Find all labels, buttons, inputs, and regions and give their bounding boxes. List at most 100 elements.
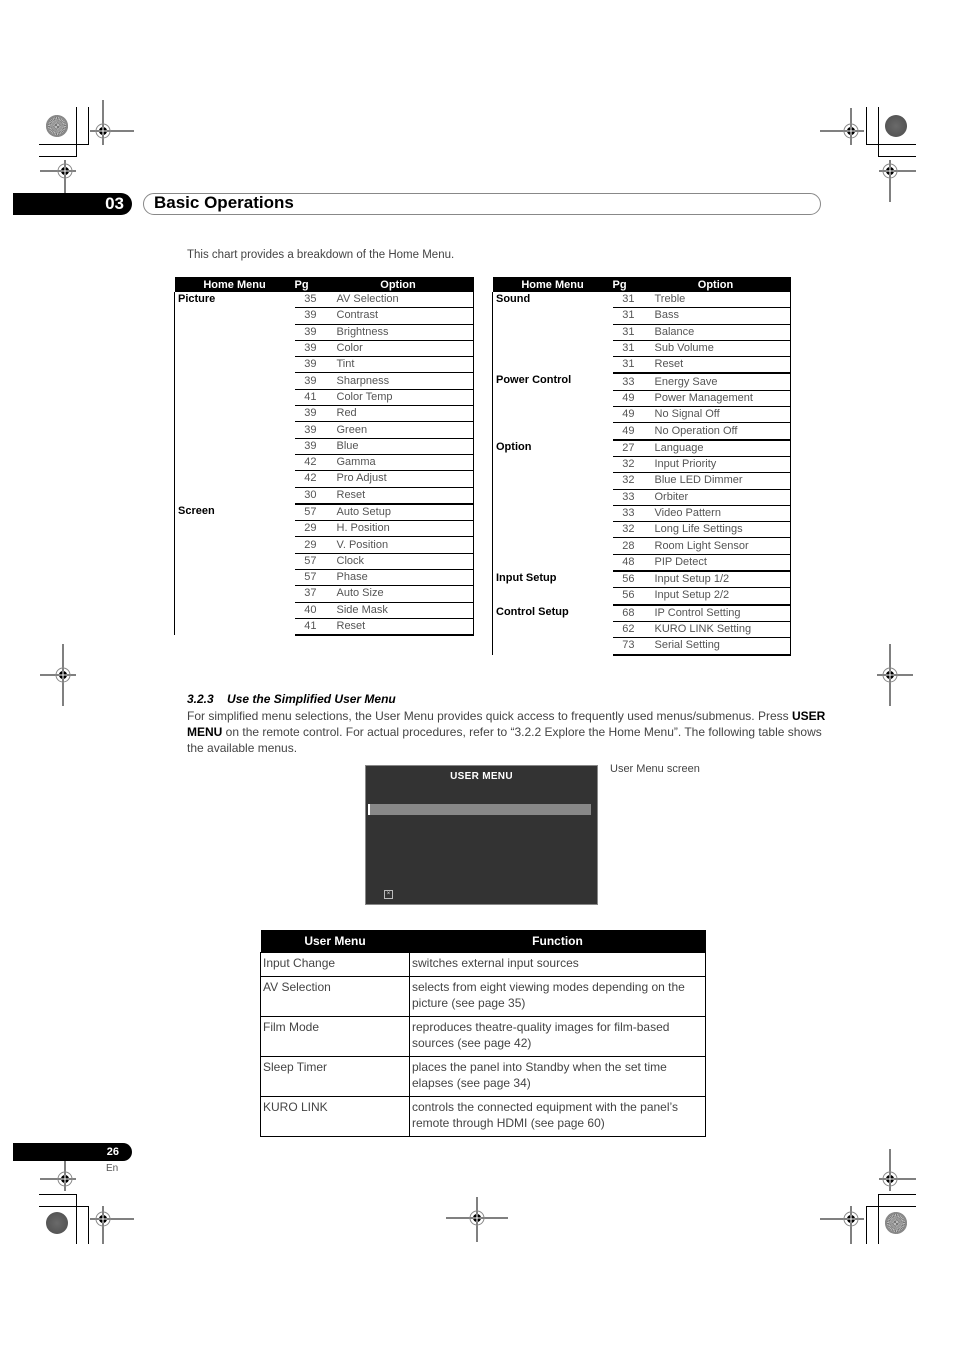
option-cell: H. Position <box>322 520 474 538</box>
menu-group-label: Option <box>492 439 613 572</box>
function-cell: selects from eight viewing modes dependi… <box>409 976 706 1017</box>
option-cell: Serial Setting <box>640 637 791 656</box>
page-ref-cell: 41 <box>294 618 323 637</box>
home-menu-table-left: Home Menu Pg Option Picture 35 AV Selection 39… <box>174 277 474 637</box>
color-target-icon <box>46 1212 68 1234</box>
option-cell: Power Management <box>640 390 791 408</box>
function-cell: switches external input sources <box>409 952 706 977</box>
registration-mark-icon <box>820 1206 864 1244</box>
section-paragraph: For simplified menu selections, the User… <box>187 708 827 756</box>
table-header-row: Home Menu Pg Option <box>174 277 474 292</box>
page-ref-cell: 39 <box>294 438 323 455</box>
page-ref-cell: 39 <box>294 307 323 325</box>
option-cell: Gamma <box>322 454 474 472</box>
column-header-pg: Pg <box>294 277 323 292</box>
page-ref-cell: 56 <box>612 587 641 606</box>
table-row: Option 27 Language <box>492 439 791 572</box>
registration-mark-icon <box>879 160 916 202</box>
option-cell: Video Pattern <box>640 505 791 523</box>
page-ref-cell: 31 <box>612 356 641 375</box>
page-ref-cell: 31 <box>612 292 641 309</box>
option-cell: IP Control Setting <box>640 604 791 622</box>
page-ref-cell: 57 <box>294 553 323 571</box>
page-ref-cell: 31 <box>612 324 641 341</box>
user-menu-cell: Film Mode <box>260 1016 410 1057</box>
section-number: 3.2.3 <box>187 692 214 706</box>
registration-mark-icon <box>90 1206 134 1244</box>
option-cell: Input Priority <box>640 456 791 474</box>
menu-group-label: Control Setup <box>492 604 613 655</box>
user-menu-screen-title: USER MENU <box>450 771 513 782</box>
table-row: KURO LINK controls the connected equipmen… <box>260 1096 706 1137</box>
page-ref-cell: 39 <box>294 356 323 374</box>
column-header-pg: Pg <box>612 277 641 292</box>
page-ref-cell: 39 <box>294 405 323 423</box>
registration-mark-icon <box>446 1197 508 1242</box>
option-cell: Reset <box>640 356 791 375</box>
column-header-option: Option <box>322 277 474 292</box>
option-cell: AV Selection <box>322 292 474 309</box>
user-menu-cell: KURO LINK <box>260 1096 410 1137</box>
page-ref-cell: 68 <box>612 604 641 622</box>
color-target-icon <box>885 1212 907 1234</box>
option-cell: Contrast <box>322 307 474 325</box>
column-header-home-menu: Home Menu <box>174 277 295 292</box>
page-ref-cell: 29 <box>294 520 323 538</box>
table-row: Control Setup 68 IP Control Setting <box>492 604 791 655</box>
table-row: Screen 57 Auto Setup <box>174 503 474 636</box>
option-cell: Color Temp <box>322 389 474 407</box>
paragraph-text: For simplified menu selections, the User… <box>187 709 792 723</box>
column-header-user-menu: User Menu <box>260 930 410 953</box>
user-menu-cell: Sleep Timer <box>260 1056 410 1097</box>
option-cell: No Signal Off <box>640 406 791 424</box>
color-target-icon <box>885 115 907 137</box>
function-cell: places the panel into Standby when the s… <box>409 1056 706 1097</box>
option-cell: Room Light Sensor <box>640 537 791 555</box>
close-icon: × <box>384 890 393 899</box>
page-ref-cell: 42 <box>294 470 323 488</box>
option-cell: Input Setup 1/2 <box>640 571 791 589</box>
paragraph-text: on the remote control. For actual proced… <box>187 725 822 755</box>
page-ref-cell: 35 <box>294 292 323 309</box>
option-cell: Sub Volume <box>640 340 791 358</box>
page-ref-cell: 42 <box>294 454 323 472</box>
option-cell: Tint <box>322 356 474 374</box>
option-cell: Orbiter <box>640 489 791 506</box>
option-cell: Brightness <box>322 324 474 341</box>
option-cell: Phase <box>322 569 474 587</box>
section-title: Use the Simplified User Menu <box>227 692 396 706</box>
page-ref-cell: 41 <box>294 389 323 407</box>
menu-group-label: Input Setup <box>492 571 613 605</box>
home-menu-table-right: Home Menu Pg Option Sound 31 Treble 31 Bass 31 Ba… <box>492 277 791 656</box>
column-header-function: Function <box>409 930 706 953</box>
page-ref-cell: 32 <box>612 456 641 474</box>
menu-group-label: Picture <box>174 292 295 504</box>
selected-item-bar <box>368 804 591 815</box>
page-ref-cell: 48 <box>612 554 641 573</box>
option-cell: Auto Size <box>322 585 474 603</box>
user-menu-cell: Input Change <box>260 952 410 977</box>
column-header-option: Option <box>640 277 791 292</box>
page-ref-cell: 37 <box>294 585 323 603</box>
option-cell: No Operation Off <box>640 422 791 441</box>
user-menu-screen-illustration: USER MENU × <box>365 765 598 905</box>
option-cell: Language <box>640 439 791 457</box>
page-ref-cell: 32 <box>612 521 641 539</box>
option-cell: PIP Detect <box>640 554 791 573</box>
option-cell: Green <box>322 421 474 439</box>
page-ref-cell: 49 <box>612 422 641 441</box>
page-ref-cell: 73 <box>612 637 641 656</box>
user-menu-cell: AV Selection <box>260 976 410 1017</box>
page-ref-cell: 27 <box>612 439 641 457</box>
page-ref-cell: 39 <box>294 421 323 439</box>
page-ref-cell: 31 <box>612 340 641 358</box>
option-cell: Blue <box>322 438 474 455</box>
page-ref-cell: 39 <box>294 372 323 390</box>
crop-line <box>878 1194 916 1195</box>
page-ref-cell: 57 <box>294 503 323 522</box>
table-header-row: Home Menu Pg Option <box>492 277 791 292</box>
menu-group-label: Power Control <box>492 373 613 440</box>
option-cell: Side Mask <box>322 602 474 619</box>
page-ref-cell: 30 <box>294 487 323 505</box>
option-cell: Blue LED Dimmer <box>640 472 791 490</box>
